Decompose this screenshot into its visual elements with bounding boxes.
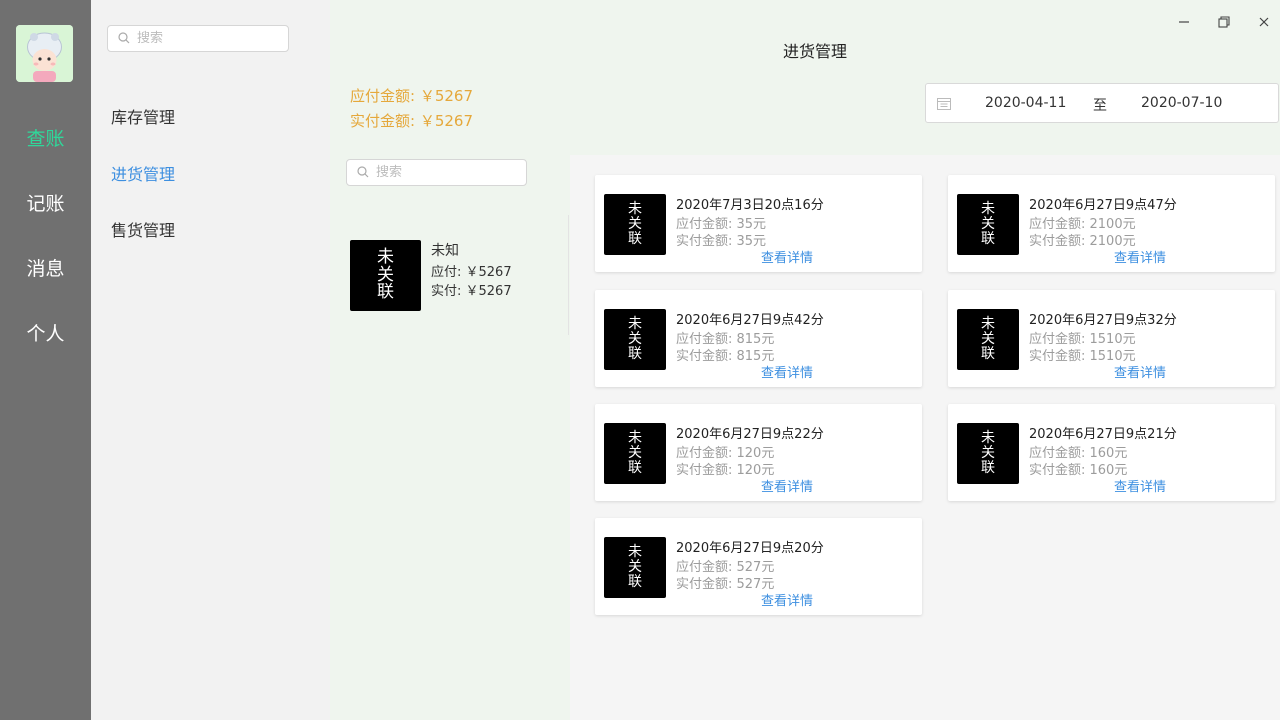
record-thumbnail: 未关联 [957,194,1019,255]
record-card: 未关联 2020年6月27日9点21分 应付金额: 160元 实付金额: 160… [948,404,1275,501]
main-nav: 查账 记账 消息 个人 [0,0,91,720]
record-thumbnail: 未关联 [957,423,1019,484]
record-thumbnail: 未关联 [604,537,666,598]
view-details-link[interactable]: 查看详情 [1114,476,1166,495]
record-card: 未关联 2020年6月27日9点32分 应付金额: 1510元 实付金额: 15… [948,290,1275,387]
record-paid: 实付金额: 815元 [676,349,775,364]
sidebar-item-purchase[interactable]: 进货管理 [111,161,175,185]
record-card: 未关联 2020年6月27日9点22分 应付金额: 120元 实付金额: 120… [595,404,922,501]
record-time: 2020年6月27日9点22分 [676,427,824,442]
divider [568,215,569,335]
view-details-link[interactable]: 查看详情 [761,247,813,266]
record-time: 2020年6月27日9点32分 [1029,313,1177,328]
minimize-icon[interactable] [1174,12,1194,32]
record-card: 未关联 2020年6月27日9点20分 应付金额: 527元 实付金额: 527… [595,518,922,615]
record-card: 未关联 2020年7月3日20点16分 应付金额: 35元 实付金额: 35元 … [595,175,922,272]
record-thumbnail: 未关联 [604,423,666,484]
main-content: 进货管理 应付金额: ￥5267 实付金额: ￥5267 2020-04-11 … [330,0,1280,720]
record-thumbnail: 未关联 [604,309,666,370]
record-thumbnail: 未关联 [604,194,666,255]
record-paid: 实付金额: 120元 [676,463,775,478]
view-details-link[interactable]: 查看详情 [761,590,813,609]
calendar-icon [937,98,951,110]
record-paid: 实付金额: 527元 [676,577,775,592]
nav-item-messages[interactable]: 消息 [0,254,91,281]
date-separator: 至 [1093,98,1107,114]
record-card: 未关联 2020年6月27日9点42分 应付金额: 815元 实付金额: 815… [595,290,922,387]
sidebar: 库存管理 进货管理 售货管理 [91,0,330,720]
supplier-thumbnail: 未 关 联 [350,240,421,311]
view-details-link[interactable]: 查看详情 [1114,362,1166,381]
record-time: 2020年6月27日9点21分 [1029,427,1177,442]
supplier-list: 未 关 联 未知 应付: ￥5267 实付: ￥5267 [330,155,569,720]
search-icon [357,166,369,178]
nav-item-check-accounts[interactable]: 查账 [0,124,91,151]
sidebar-item-sales[interactable]: 售货管理 [111,217,175,241]
supplier-payable: 应付: ￥5267 [431,265,512,280]
record-time: 2020年6月27日9点47分 [1029,198,1177,213]
record-time: 2020年6月27日9点20分 [676,541,824,556]
record-paid: 实付金额: 160元 [1029,463,1128,478]
date-range-picker[interactable]: 2020-04-11 至 2020-07-10 [925,83,1279,123]
supplier-name: 未知 [431,243,459,259]
total-payable: 应付金额: ￥5267 [350,87,473,105]
restore-icon[interactable] [1214,12,1234,32]
total-paid: 实付金额: ￥5267 [350,112,473,130]
view-details-link[interactable]: 查看详情 [761,362,813,381]
date-end[interactable]: 2020-07-10 [1141,95,1222,111]
supplier-paid: 实付: ￥5267 [431,284,512,299]
supplier-search[interactable] [346,159,527,186]
sidebar-item-inventory[interactable]: 库存管理 [111,104,175,128]
record-grid: 未关联 2020年7月3日20点16分 应付金额: 35元 实付金额: 35元 … [570,155,1280,720]
nav-item-personal[interactable]: 个人 [0,319,91,346]
record-time: 2020年7月3日20点16分 [676,198,824,213]
list-item[interactable]: 未 关 联 未知 应付: ￥5267 实付: ￥5267 [350,240,560,312]
record-thumbnail: 未关联 [957,309,1019,370]
record-time: 2020年6月27日9点42分 [676,313,824,328]
record-paid: 实付金额: 35元 [676,234,767,249]
page-title: 进货管理 [782,42,847,61]
view-details-link[interactable]: 查看详情 [1114,247,1166,266]
view-details-link[interactable]: 查看详情 [761,476,813,495]
date-start[interactable]: 2020-04-11 [985,95,1066,111]
nav-item-bookkeeping[interactable]: 记账 [0,189,91,216]
close-icon[interactable] [1254,12,1274,32]
record-card: 未关联 2020年6月27日9点47分 应付金额: 2100元 实付金额: 21… [948,175,1275,272]
supplier-search-input[interactable] [376,163,516,182]
